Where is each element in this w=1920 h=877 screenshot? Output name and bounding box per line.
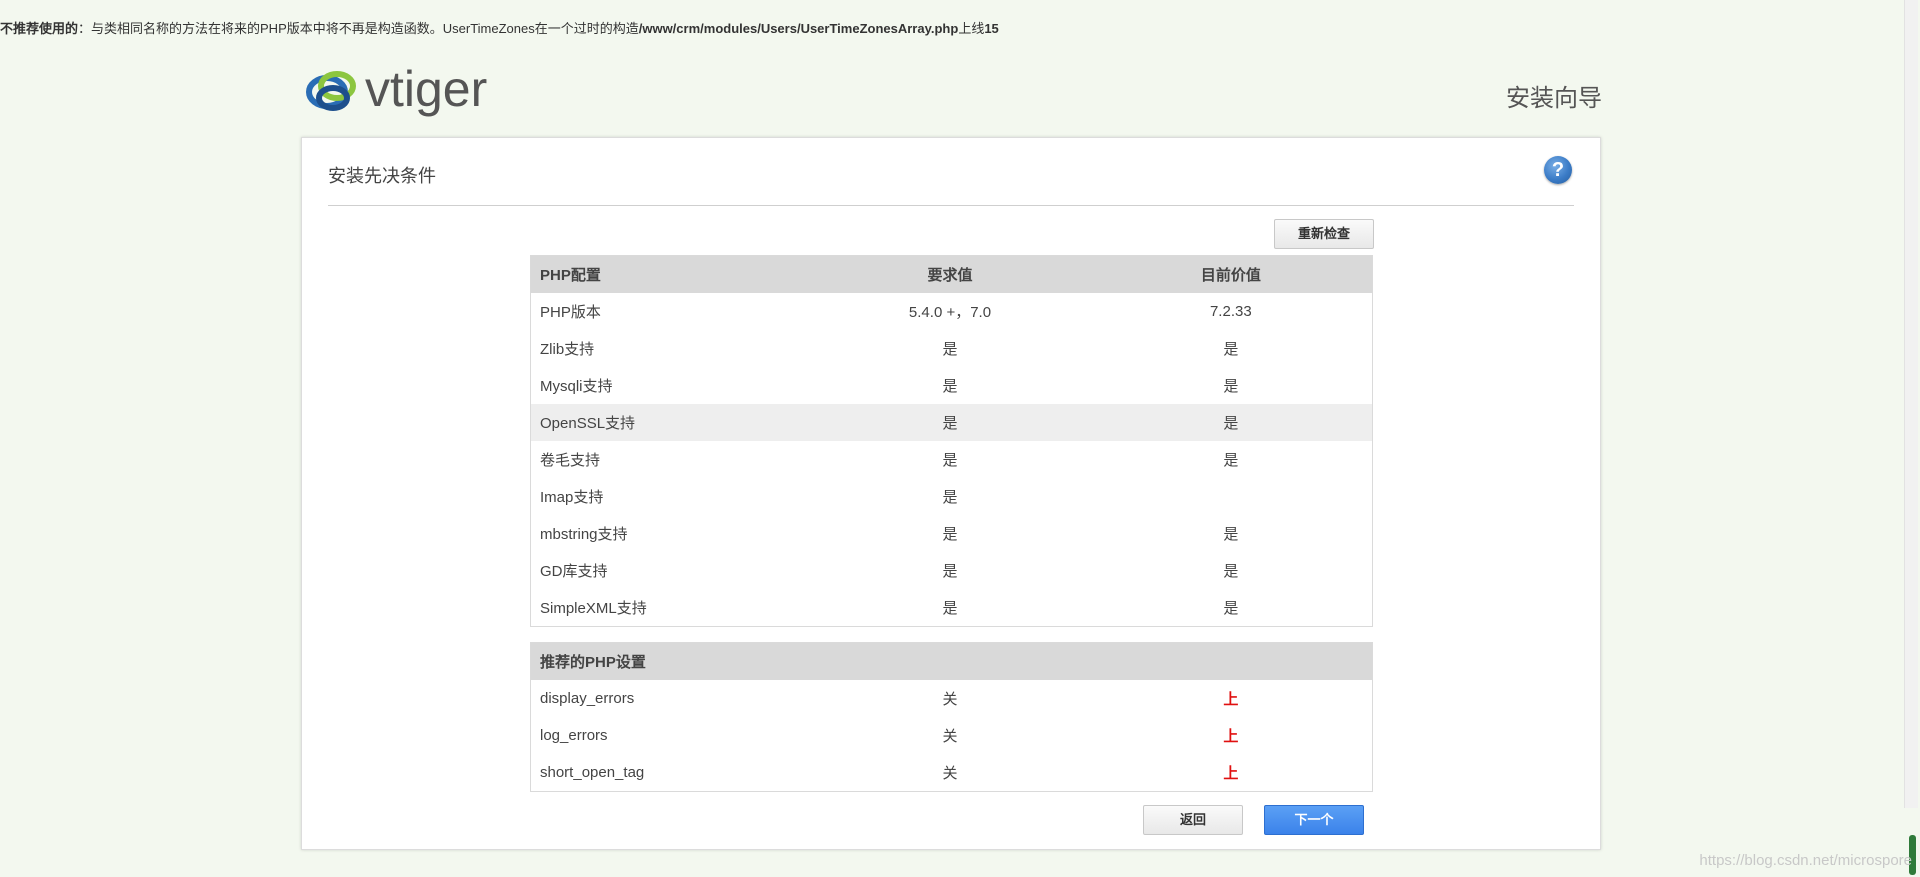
row-name: PHP版本 [540, 304, 601, 321]
recheck-button[interactable]: 重新检查 [1274, 219, 1374, 249]
deprecation-notice: 不推荐使用的：与类相同名称的方法在将来的PHP版本中将不再是构造函数。UserT… [0, 18, 999, 37]
table-row: Imap支持 是 [531, 478, 1372, 515]
row-required: 是 [942, 489, 958, 506]
row-current: 是 [1223, 563, 1239, 580]
row-required: 关 [942, 728, 958, 745]
php-config-table: PHP配置 要求值 目前价值 PHP版本 5.4.0 +，7.0 7.2.33 … [530, 255, 1373, 627]
row-name: short_open_tag [540, 764, 645, 781]
row-current: 是 [1223, 600, 1239, 617]
row-name: Imap支持 [540, 489, 604, 506]
row-required: 关 [942, 691, 958, 708]
row-current: 是 [1223, 415, 1239, 432]
row-current: 是 [1223, 526, 1239, 543]
row-required: 是 [942, 378, 958, 395]
row-name: OpenSSL支持 [540, 415, 636, 432]
table-row: 卷毛支持 是 是 [531, 441, 1372, 478]
table-row: short_open_tag 关 上 [531, 754, 1372, 791]
notice-line-number: 15 [984, 21, 999, 36]
header-required: 要求值 [927, 267, 973, 284]
divider [328, 205, 1574, 206]
watermark: https://blog.csdn.net/microspore [1699, 852, 1912, 869]
notice-path: /www/crm/modules/Users/UserTimeZonesArra… [638, 21, 959, 36]
scrollbar[interactable] [1904, 0, 1918, 808]
table-row: GD库支持 是 是 [531, 552, 1372, 589]
header-recommended: 推荐的PHP设置 [540, 654, 646, 671]
page-title: 安装向导 [1506, 85, 1602, 112]
table-row: PHP版本 5.4.0 +，7.0 7.2.33 [531, 293, 1372, 330]
header-current: 目前价值 [1200, 267, 1261, 284]
row-current: 是 [1223, 452, 1239, 469]
back-button[interactable]: 返回 [1143, 805, 1243, 835]
card-title: 安装先决条件 [328, 166, 436, 186]
row-current-warning: 上 [1223, 691, 1239, 708]
row-required: 5.4.0 +，7.0 [908, 304, 992, 321]
logo-text: vtiger [365, 62, 487, 117]
vtiger-logo: vtiger [303, 61, 535, 122]
installation-card: 安装先决条件 ? 重新检查 PHP配置 要求值 目前价值 PHP版本 5.4.0… [301, 137, 1601, 850]
row-current-warning: 上 [1223, 728, 1239, 745]
row-required: 是 [942, 563, 958, 580]
header-config: PHP配置 [540, 267, 601, 284]
row-required: 是 [942, 415, 958, 432]
help-icon[interactable]: ? [1544, 156, 1572, 184]
row-current: 是 [1223, 341, 1239, 358]
table-row: SimpleXML支持 是 是 [531, 589, 1372, 626]
row-name: 卷毛支持 [540, 452, 601, 469]
row-required: 是 [942, 600, 958, 617]
row-name: SimpleXML支持 [540, 600, 647, 617]
row-required: 是 [942, 452, 958, 469]
row-required: 是 [942, 341, 958, 358]
table-row: mbstring支持 是 是 [531, 515, 1372, 552]
row-name: mbstring支持 [540, 526, 628, 543]
row-current-warning: 上 [1223, 765, 1239, 782]
row-current: 7.2.33 [1209, 303, 1252, 320]
table-row-hovered: OpenSSL支持 是 是 [531, 404, 1372, 441]
row-name: Mysqli支持 [540, 378, 613, 395]
recommended-settings-table: 推荐的PHP设置 display_errors 关 上 log_errors 关… [530, 642, 1373, 792]
table-header-row: 推荐的PHP设置 [531, 643, 1372, 680]
table-header-row: PHP配置 要求值 目前价值 [531, 256, 1372, 293]
table-row: Zlib支持 是 是 [531, 330, 1372, 367]
row-required: 关 [942, 765, 958, 782]
notice-line-label: 上线 [958, 21, 985, 36]
row-name: Zlib支持 [540, 341, 595, 358]
notice-message: ：与类相同名称的方法在将来的PHP版本中将不再是构造函数。UserTimeZon… [78, 21, 639, 36]
notice-label: 不推荐使用的 [0, 21, 79, 36]
table-row: log_errors 关 上 [531, 717, 1372, 754]
table-row: display_errors 关 上 [531, 680, 1372, 717]
row-current: 是 [1223, 378, 1239, 395]
row-name: log_errors [540, 727, 608, 744]
table-row: Mysqli支持 是 是 [531, 367, 1372, 404]
row-required: 是 [942, 526, 958, 543]
row-name: display_errors [540, 690, 635, 707]
row-name: GD库支持 [540, 563, 608, 580]
next-button[interactable]: 下一个 [1264, 805, 1364, 835]
